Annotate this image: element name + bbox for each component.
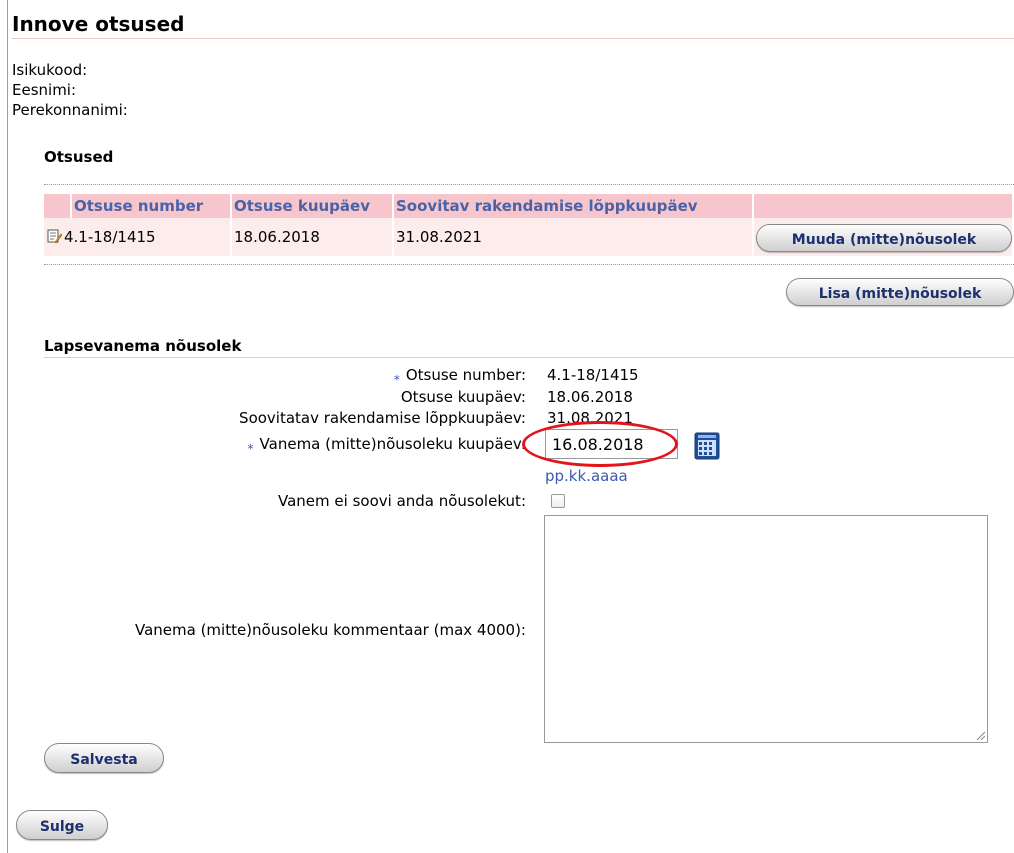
date-format-hint: pp.kk.aaaa (545, 467, 628, 485)
decision-date-cell: 18.06.2018 (232, 218, 394, 256)
add-consent-button[interactable]: Lisa (mitte)nõusolek (786, 278, 1014, 306)
column-header-end-date: Soovitav rakendamise lõppkuupäev (394, 194, 754, 218)
column-header-number: Otsuse number (72, 194, 232, 218)
highlight-annotation (522, 421, 678, 467)
required-icon: ⁎ (393, 369, 400, 383)
edit-icon[interactable] (46, 228, 62, 244)
close-button[interactable]: Sulge (16, 810, 108, 840)
decision-number-value: 4.1-18/1415 (547, 366, 639, 384)
end-date-label: Soovitatav rakendamise lõppkuupäev: (239, 409, 526, 427)
refuse-consent-label: Vanem ei soovi anda nõusolekut: (278, 492, 526, 510)
divider (44, 264, 1014, 265)
person-info: Isikukood: Eesnimi: Perekonnanimi: (12, 60, 128, 120)
decision-number: 4.1-18/1415 (64, 228, 156, 246)
comment-textarea[interactable] (544, 515, 988, 743)
consent-section-title: Lapsevanema nõusolek (44, 337, 242, 355)
first-name-label: Eesnimi: (12, 81, 77, 99)
icon-column-header (44, 194, 72, 218)
comment-label: Vanema (mitte)nõusoleku kommentaar (max … (134, 621, 526, 639)
decision-end-date-cell: 31.08.2021 (394, 218, 754, 256)
save-button[interactable]: Salvesta (44, 743, 164, 773)
calendar-icon[interactable] (694, 432, 720, 460)
decision-number-cell: 4.1-18/1415 (44, 218, 232, 256)
divider (44, 184, 1014, 185)
modify-consent-button[interactable]: Muuda (mitte)nõusolek (756, 224, 1012, 252)
column-header-action (754, 194, 1014, 218)
divider (44, 357, 1014, 358)
decision-date-label: Otsuse kuupäev: (400, 388, 526, 406)
table-header-row: Otsuse number Otsuse kuupäev Soovitav ra… (44, 194, 1014, 218)
decision-date-value: 18.06.2018 (547, 388, 633, 406)
column-header-date: Otsuse kuupäev (232, 194, 394, 218)
id-code-label: Isikukood: (12, 61, 88, 79)
required-icon: ⁎ (247, 438, 254, 452)
page-title: Innove otsused (12, 12, 1014, 39)
last-name-label: Perekonnanimi: (12, 101, 128, 119)
decision-number-label: ⁎ Otsuse number: (393, 366, 526, 384)
refuse-consent-checkbox[interactable] (551, 494, 565, 508)
left-border (7, 0, 8, 853)
decisions-section-title: Otsused (44, 148, 114, 166)
consent-date-label: ⁎ Vanema (mitte)nõusoleku kuupäev: (247, 435, 526, 453)
resize-grip-icon[interactable] (975, 730, 985, 740)
